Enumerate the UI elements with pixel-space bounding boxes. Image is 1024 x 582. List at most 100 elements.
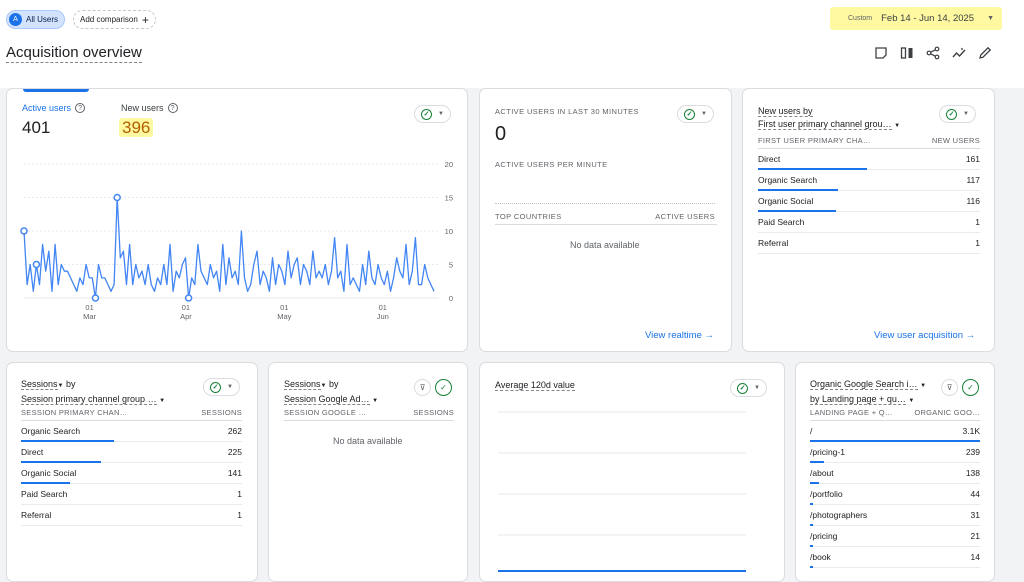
row-value: 262 bbox=[227, 426, 242, 436]
new-users-tab[interactable]: New users ? bbox=[121, 103, 178, 113]
table-row[interactable]: Organic Search 262 bbox=[21, 421, 242, 442]
caret-down-icon: ▼ bbox=[987, 15, 994, 22]
title-bar bbox=[0, 36, 1024, 88]
table-row[interactable]: Direct 161 bbox=[758, 149, 980, 170]
average-value-chart bbox=[498, 411, 746, 572]
new-users-table: FIRST USER PRIMARY CHA… NEW USERS Direct 1… bbox=[758, 136, 980, 254]
x-tick-month: Apr bbox=[180, 312, 192, 321]
card-title[interactable]: Sessions▼ by Session primary channel gro… bbox=[21, 378, 165, 408]
metric-selector[interactable]: Organic Google Search i… bbox=[810, 379, 918, 390]
share-icon[interactable] bbox=[924, 44, 941, 61]
check-circle-icon: ✓ bbox=[210, 381, 221, 393]
table-row[interactable]: Referral 1 bbox=[21, 505, 242, 526]
check-circle-icon: ✓ bbox=[684, 108, 695, 120]
dimension-selector[interactable]: by Landing page + qu… bbox=[810, 394, 906, 405]
top-countries-header: TOP COUNTRIES bbox=[495, 212, 562, 221]
row-value: 161 bbox=[965, 154, 980, 164]
row-value: 21 bbox=[970, 531, 980, 541]
row-value: 116 bbox=[966, 196, 980, 206]
y-tick-label: 10 bbox=[445, 227, 453, 236]
row-bar bbox=[810, 566, 814, 568]
table-row[interactable]: /about 138 bbox=[810, 463, 980, 484]
filter-icon[interactable]: ⊽ bbox=[941, 379, 958, 396]
insights-icon[interactable] bbox=[950, 44, 967, 61]
edit-icon[interactable] bbox=[976, 44, 993, 61]
all-users-chip[interactable]: A All Users bbox=[6, 10, 66, 29]
table-row[interactable]: Organic Social 116 bbox=[758, 191, 980, 212]
title-by: by bbox=[66, 379, 76, 389]
data-quality-button[interactable]: ✓ ▼ bbox=[677, 105, 714, 123]
check-circle-icon[interactable]: ✓ bbox=[435, 379, 452, 396]
row-value: 3.1K bbox=[962, 426, 981, 436]
caret-down-icon: ▼ bbox=[894, 123, 901, 129]
plus-icon: + bbox=[141, 12, 149, 27]
check-circle-icon[interactable]: ✓ bbox=[962, 379, 979, 396]
data-quality-button[interactable]: ✓ ▼ bbox=[414, 105, 451, 123]
dimension-selector[interactable]: First user primary channel grou… bbox=[758, 119, 892, 130]
data-quality-button[interactable]: ✓ ▼ bbox=[203, 378, 240, 396]
help-icon[interactable]: ? bbox=[75, 103, 86, 113]
table-row[interactable]: Direct 225 bbox=[21, 442, 242, 463]
table-row[interactable]: /portfolio 44 bbox=[810, 484, 980, 505]
arrow-right-icon: → bbox=[965, 330, 976, 341]
row-label: Direct bbox=[21, 447, 44, 457]
row-label: /photographers bbox=[810, 510, 868, 520]
data-quality-button[interactable]: ✓ ▼ bbox=[939, 105, 976, 123]
sessions-table: SESSION PRIMARY CHAN… SESSIONS Organic Se… bbox=[21, 408, 242, 526]
active-users-tab[interactable]: Active users ? bbox=[22, 103, 86, 113]
add-comparison-button[interactable]: Add comparison + bbox=[73, 10, 156, 29]
row-value: 1 bbox=[237, 489, 242, 499]
new-users-value: 396 bbox=[119, 118, 154, 138]
column-header-metric: SESSIONS bbox=[413, 408, 454, 417]
table-row[interactable]: Paid Search 1 bbox=[21, 484, 242, 505]
active-users-value: 401 bbox=[22, 118, 51, 137]
x-tick-day: 01 bbox=[182, 303, 190, 312]
view-user-acquisition-label: View user acquisition bbox=[874, 330, 964, 341]
active-users-label: Active users bbox=[22, 103, 72, 113]
compare-icon[interactable] bbox=[898, 44, 915, 61]
table-row[interactable]: /book 14 bbox=[810, 547, 980, 568]
table-row[interactable]: Paid Search 1 bbox=[758, 212, 980, 233]
dimension-selector[interactable]: Session Google Ad… bbox=[284, 394, 370, 405]
acquisition-overview-card: Active users ? 401 New users ? 396 ✓ ▼ 2… bbox=[6, 88, 468, 352]
report-icon[interactable] bbox=[872, 44, 889, 61]
table-row[interactable]: Organic Social 141 bbox=[21, 463, 242, 484]
card-title[interactable]: Sessions▼ by Session Google Ad… ▼ bbox=[284, 378, 378, 408]
column-header-dimension: SESSION PRIMARY CHAN… bbox=[21, 408, 128, 417]
row-label: Paid Search bbox=[21, 489, 68, 499]
row-label: Referral bbox=[758, 238, 789, 248]
dimension-selector[interactable]: Session primary channel group … bbox=[21, 394, 157, 405]
metric-selector[interactable]: Sessions bbox=[21, 379, 58, 390]
realtime-title: ACTIVE USERS IN LAST 30 MINUTES bbox=[495, 107, 639, 116]
table-row[interactable]: Organic Search 117 bbox=[758, 170, 980, 191]
card-title[interactable]: New users by First user primary channel … bbox=[758, 105, 900, 133]
card-title[interactable]: Average 120d value bbox=[495, 379, 575, 392]
metric-selector[interactable]: Sessions bbox=[284, 379, 321, 390]
row-label: Paid Search bbox=[758, 217, 805, 227]
column-header-dimension: FIRST USER PRIMARY CHA… bbox=[758, 136, 871, 145]
card-title[interactable]: Organic Google Search i… ▼ by Landing pa… bbox=[810, 378, 950, 408]
active-tab-indicator bbox=[23, 89, 89, 92]
x-tick-day: 01 bbox=[379, 303, 387, 312]
date-range-value: Feb 14 - Jun 14, 2025 bbox=[881, 13, 975, 24]
data-quality-button[interactable]: ✓ ▼ bbox=[730, 379, 767, 397]
metric-selector[interactable]: Average 120d value bbox=[495, 380, 575, 391]
table-row[interactable]: /photographers 31 bbox=[810, 505, 980, 526]
column-header-dimension: LANDING PAGE + Q… bbox=[810, 408, 893, 417]
table-row[interactable]: /pricing-1 239 bbox=[810, 442, 980, 463]
table-row[interactable]: /pricing 21 bbox=[810, 526, 980, 547]
data-point-marker bbox=[20, 227, 28, 235]
date-range-picker[interactable]: Custom Feb 14 - Jun 14, 2025 ▼ bbox=[830, 7, 1002, 30]
row-label: Organic Social bbox=[758, 196, 814, 206]
table-row[interactable]: / 3.1K bbox=[810, 421, 980, 442]
active-users-header: ACTIVE USERS bbox=[655, 212, 715, 221]
filter-icon[interactable]: ⊽ bbox=[414, 379, 431, 396]
per-minute-label: ACTIVE USERS PER MINUTE bbox=[495, 160, 608, 169]
view-realtime-link[interactable]: View realtime → bbox=[645, 330, 714, 341]
table-row[interactable]: Referral 1 bbox=[758, 233, 980, 254]
help-icon[interactable]: ? bbox=[167, 103, 178, 113]
row-value: 141 bbox=[227, 468, 242, 478]
arrow-right-icon: → bbox=[704, 330, 715, 341]
sessions-google-ads-card: Sessions▼ by Session Google Ad… ▼ ⊽ ✓ SE… bbox=[268, 362, 468, 582]
view-user-acquisition-link[interactable]: View user acquisition → bbox=[874, 330, 975, 341]
